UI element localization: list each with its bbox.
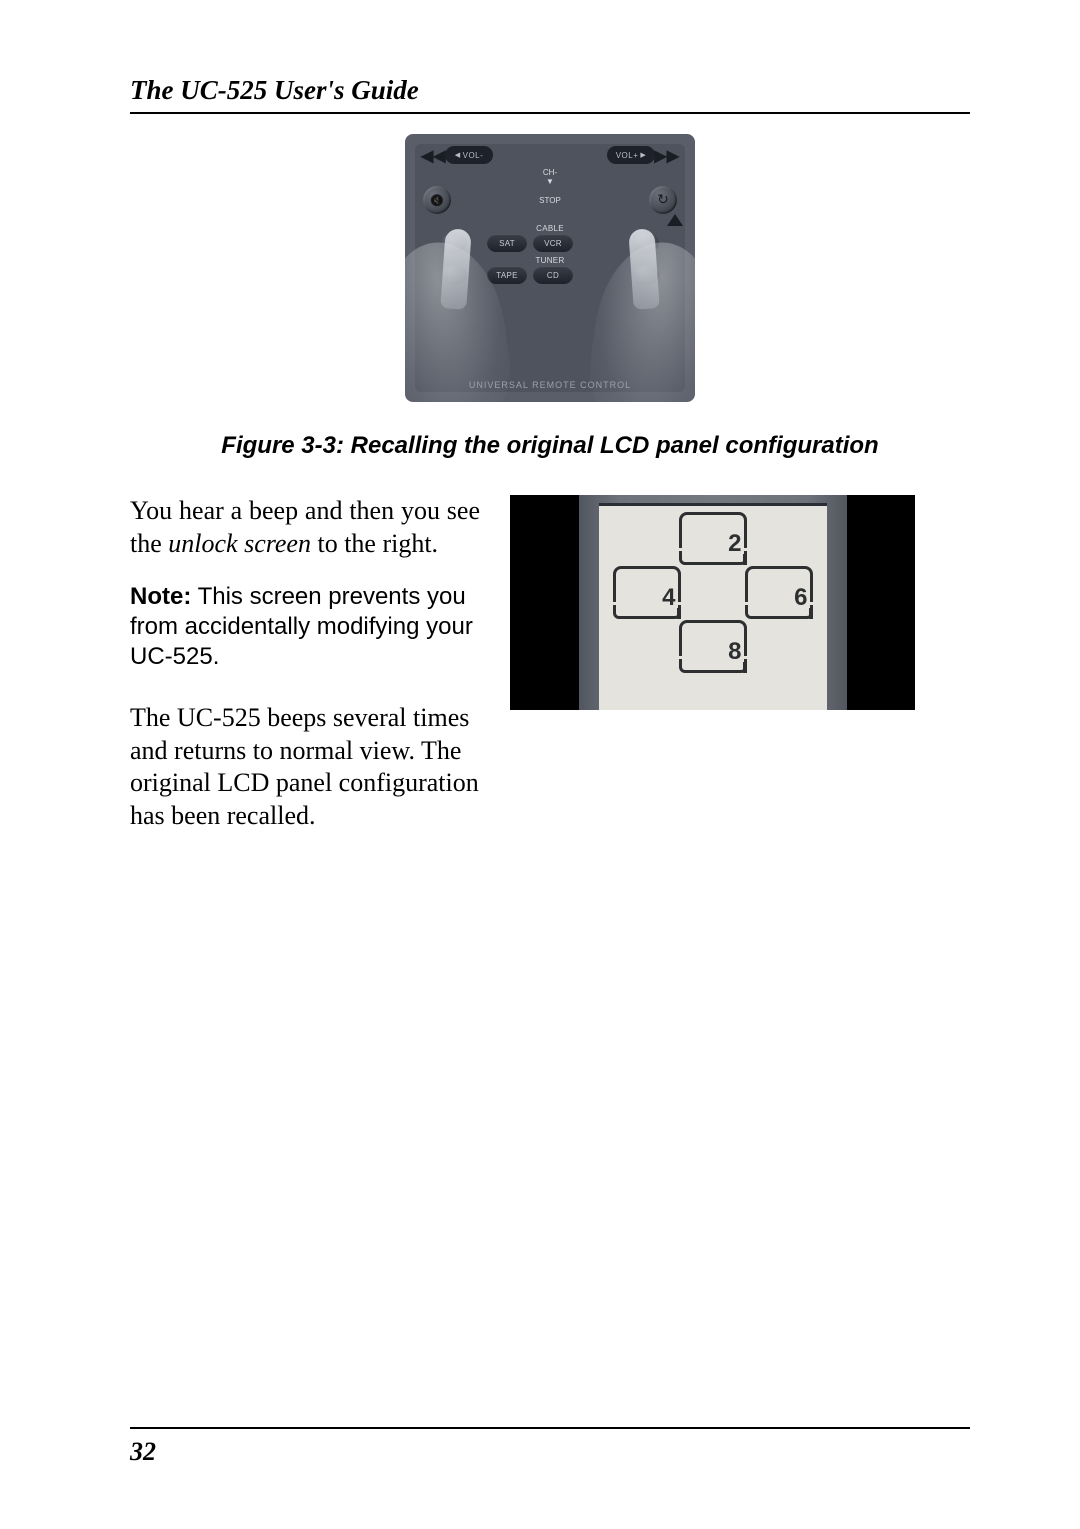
footer-divider (130, 1427, 970, 1429)
header-title: The UC-525 User's Guide (130, 75, 970, 106)
cable-label: CABLE (536, 224, 564, 233)
repeat-button (649, 186, 677, 214)
vol-plus-button: VOL+ (607, 146, 655, 164)
vcr-button: VCR (533, 234, 573, 252)
header-divider (130, 112, 970, 114)
lcd-screen: 2 4 6 (599, 503, 827, 710)
fast-forward-icon: ▶▶ (654, 146, 679, 166)
stop-label: STOP (539, 196, 561, 205)
lcd-device: 2 4 6 (579, 495, 847, 710)
figure-caption: Figure 3-3: Recalling the original LCD p… (130, 432, 970, 460)
note-paragraph: Note: This screen prevents you from acci… (130, 582, 480, 672)
tuner-label: TUNER (535, 256, 564, 265)
page-number: 32 (130, 1437, 156, 1467)
cd-button: CD (533, 266, 573, 284)
remote-brand-text: UNIVERSAL REMOTE CONTROL (469, 380, 631, 390)
lcd-key-8: 8 (679, 620, 747, 656)
lcd-key-6: 6 (745, 566, 813, 602)
up-icon (667, 214, 683, 226)
lcd-key-4: 4 (613, 566, 681, 602)
remote-body: ◀◀ ▶▶ VOL- VOL+ CH-▼ STOP CABLE TUNER SA… (405, 134, 695, 402)
mute-button (423, 186, 451, 214)
paragraph-2: The UC-525 beeps several times and retur… (130, 702, 480, 832)
lcd-key-2: 2 (679, 512, 747, 548)
finger-right-graphic (628, 228, 660, 310)
finger-left-graphic (440, 228, 472, 310)
figure-remote: ◀◀ ▶▶ VOL- VOL+ CH-▼ STOP CABLE TUNER SA… (130, 134, 970, 402)
tape-button: TAPE (487, 266, 527, 284)
rewind-icon: ◀◀ (421, 146, 446, 166)
figure-lcd: 2 4 6 (510, 495, 970, 710)
ch-minus-label: CH-▼ (543, 168, 557, 186)
paragraph-1: You hear a beep and then you see the unl… (130, 495, 480, 560)
sat-button: SAT (487, 234, 527, 252)
vol-minus-button: VOL- (445, 146, 493, 164)
